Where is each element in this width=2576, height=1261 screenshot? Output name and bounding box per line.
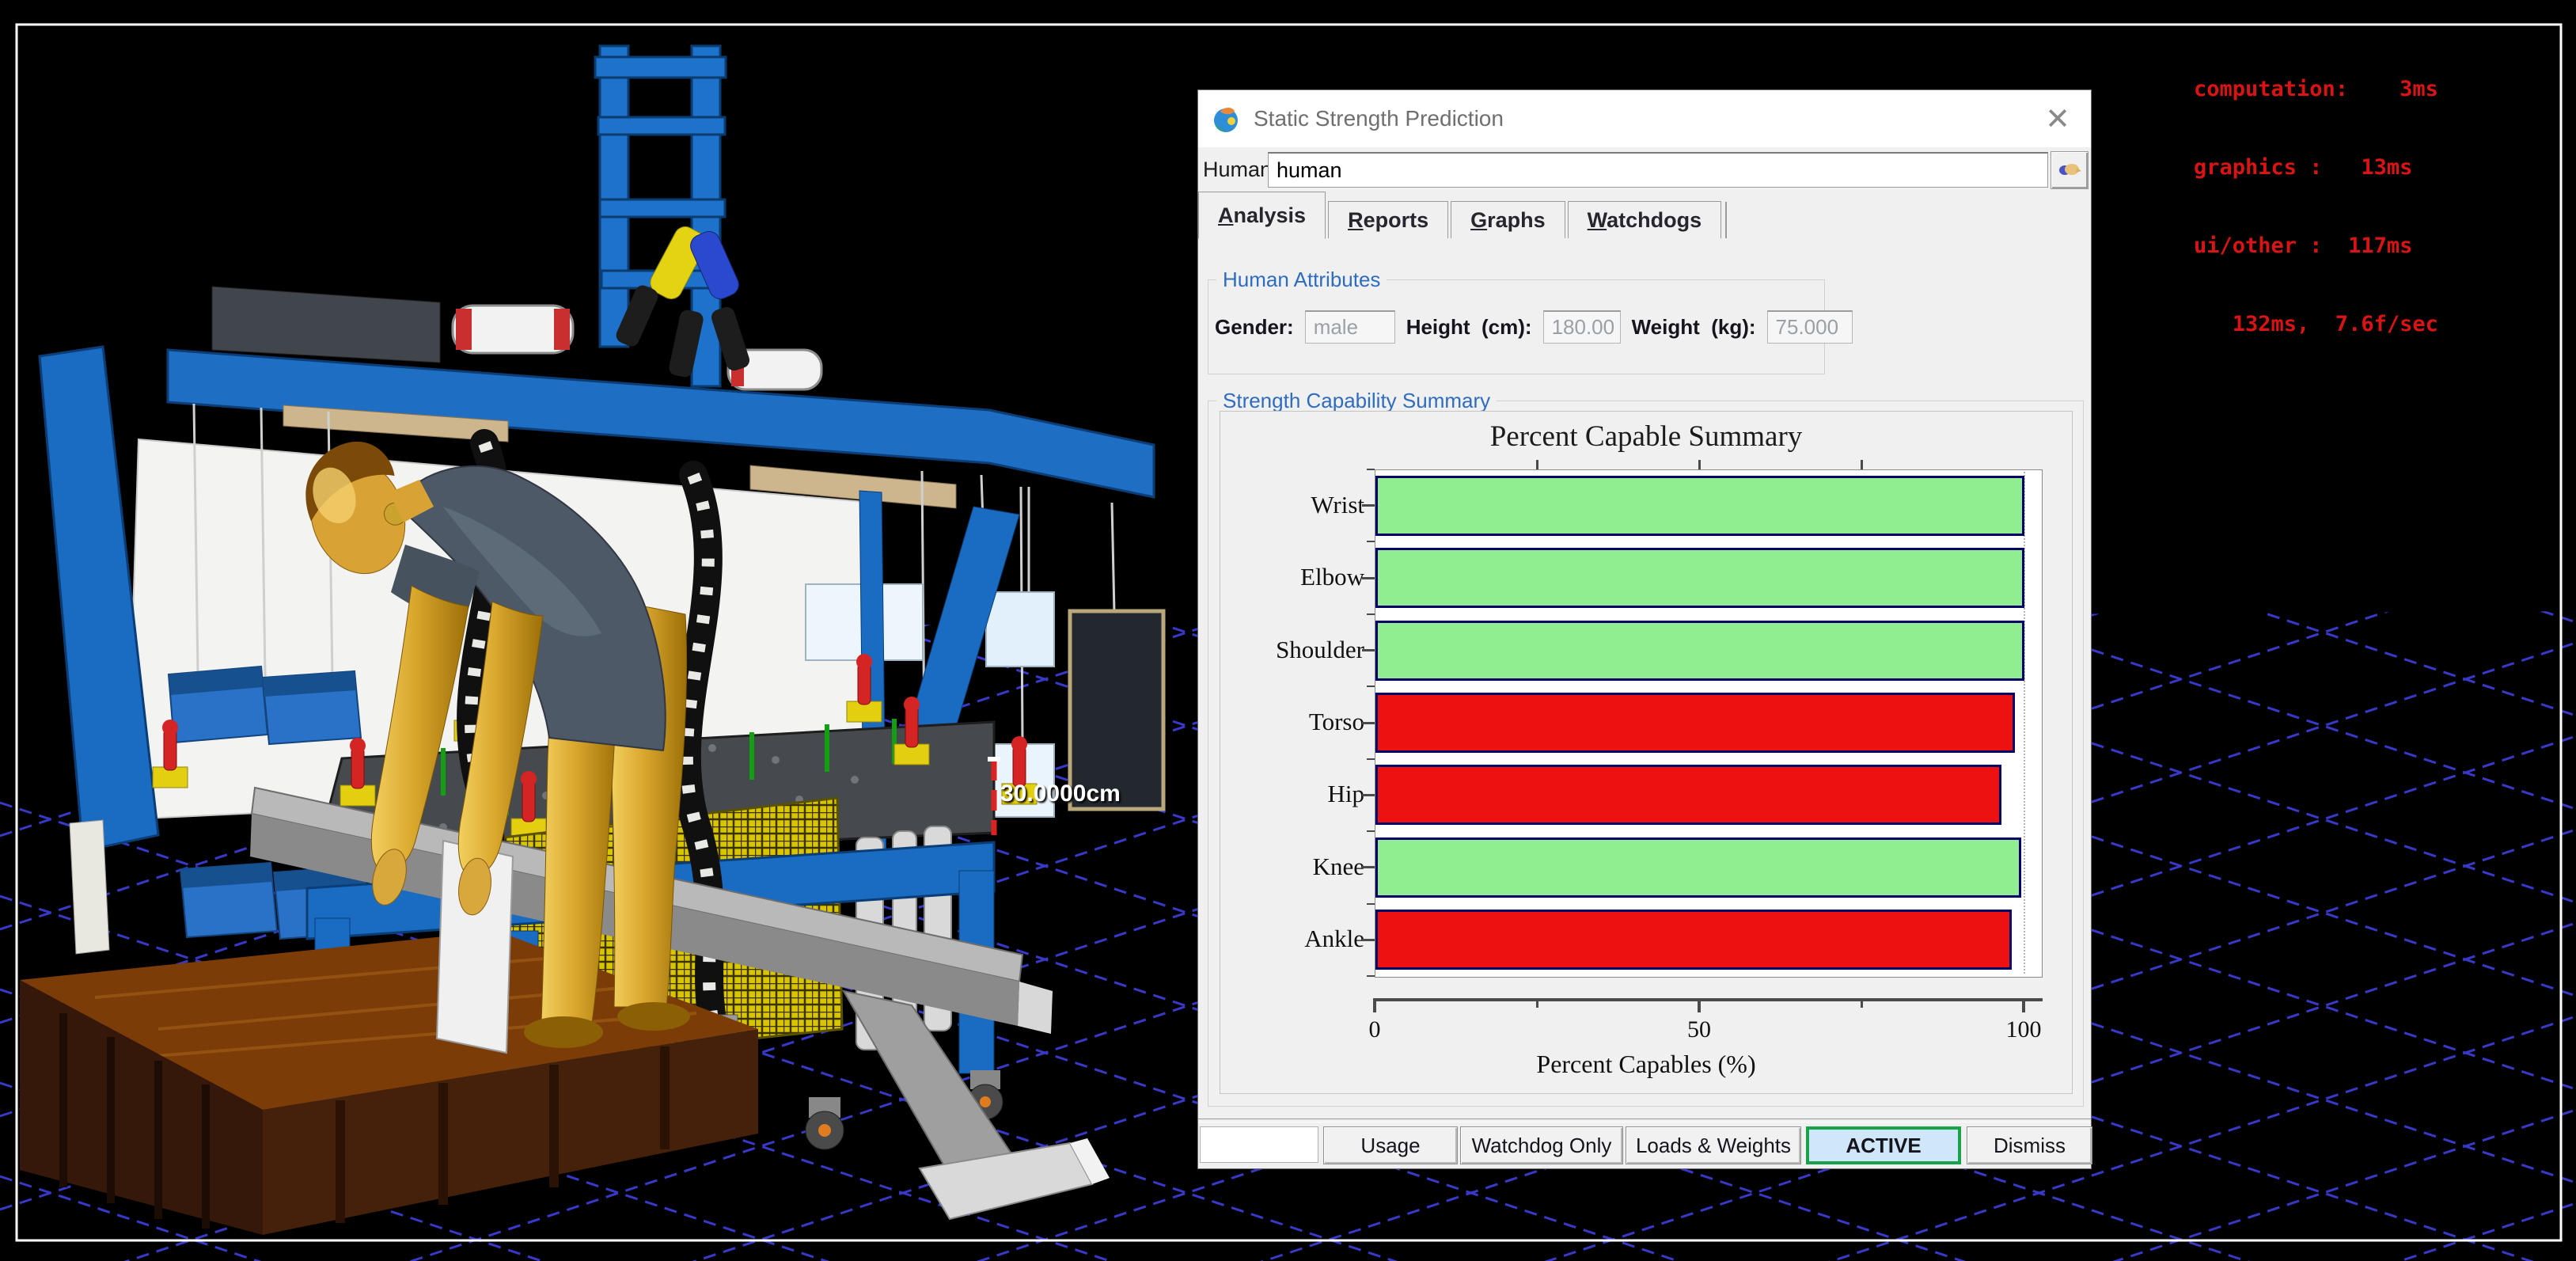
ytick-wrist	[1362, 504, 1375, 507]
gridline-100	[2024, 472, 2025, 974]
ylabel-torso: Torso	[1228, 708, 1364, 736]
tab-analysis-label: Analysis	[1218, 203, 1306, 228]
human-name-input[interactable]	[1268, 152, 2048, 188]
human-picker-button[interactable]	[2051, 151, 2088, 189]
bar-shoulder	[1375, 621, 2024, 681]
ytick-minor	[1367, 830, 1375, 832]
weight-label: Weight (kg):	[1632, 315, 1756, 340]
analysis-tab-content: Human Attributes Gender: male Height (cm…	[1198, 238, 2091, 1117]
bar-torso	[1375, 693, 2015, 753]
3d-viewport[interactable]: computation: 3ms graphics : 13ms ui/othe…	[0, 0, 2576, 1261]
top-tick	[1861, 460, 1863, 469]
ytick-minor	[1367, 903, 1375, 905]
xtick-label-50: 50	[1667, 1016, 1731, 1043]
ylabel-hip: Hip	[1228, 780, 1364, 808]
xtick-minor-75	[1861, 998, 1863, 1008]
perf-line: graphics : 13ms	[2194, 154, 2438, 180]
dark-board	[1070, 611, 1163, 809]
dialog-title: Static Strength Prediction	[1254, 106, 1504, 131]
tab-reports-label: Reports	[1348, 208, 1428, 233]
human-picker-icon	[2058, 162, 2081, 178]
chart-panel: Percent Capable Summary Percent Capables…	[1220, 411, 2073, 1094]
tab-watchdogs-label: Watchdogs	[1588, 208, 1702, 233]
ylabel-wrist: Wrist	[1228, 491, 1364, 519]
height-value: 180.00	[1543, 310, 1621, 344]
ytick-torso	[1362, 722, 1375, 724]
human-label: Human:	[1198, 158, 1268, 182]
ytick-ankle	[1362, 939, 1375, 941]
bar-knee	[1375, 838, 2021, 898]
bottom-separator	[1198, 1119, 2091, 1122]
bar-hip	[1375, 765, 2001, 825]
app-icon	[1211, 104, 1241, 134]
tab-reports[interactable]: Reports	[1328, 201, 1448, 238]
xtick-50	[1698, 998, 1701, 1012]
xtick-100	[2022, 998, 2025, 1012]
tab-end-separator	[1725, 202, 1727, 238]
ytick-minor	[1367, 686, 1375, 687]
performance-stats: computation: 3ms graphics : 13ms ui/othe…	[2194, 24, 2438, 389]
height-label: Height (cm):	[1406, 315, 1532, 340]
bar-ankle	[1375, 910, 2012, 970]
ytick-minor	[1367, 613, 1375, 615]
loads-weights-button[interactable]: Loads & Weights	[1626, 1126, 1801, 1164]
tab-graphs-label: Graphs	[1470, 208, 1546, 233]
tab-graphs[interactable]: Graphs	[1451, 201, 1565, 238]
tab-analysis[interactable]: Analysis	[1198, 192, 1326, 239]
xtick-label-0: 0	[1343, 1016, 1406, 1043]
ytick-elbow	[1362, 577, 1375, 579]
chart-title: Percent Capable Summary	[1220, 420, 2072, 454]
tab-bar: Analysis Reports Graphs Watchdogs	[1198, 192, 2091, 239]
active-button[interactable]: ACTIVE	[1806, 1126, 1961, 1164]
weight-value: 75.000	[1767, 310, 1853, 344]
usage-button[interactable]: Usage	[1323, 1126, 1458, 1164]
perf-line: computation: 3ms	[2194, 76, 2438, 102]
ytick-knee	[1362, 866, 1375, 868]
ytick-minor	[1367, 758, 1375, 760]
status-field	[1200, 1126, 1318, 1163]
ylabel-elbow: Elbow	[1228, 563, 1364, 591]
human-row: Human:	[1198, 147, 2091, 192]
xtick-minor-25	[1536, 998, 1538, 1008]
x-axis-line	[1373, 998, 2043, 1001]
watchdog-only-button[interactable]: Watchdog Only	[1460, 1126, 1623, 1164]
perf-line: 132ms, 7.6f/sec	[2194, 311, 2438, 337]
bar-elbow	[1375, 548, 2024, 608]
tab-watchdogs[interactable]: Watchdogs	[1568, 201, 1722, 238]
xtick-label-100: 100	[1992, 1016, 2055, 1043]
strength-capability-summary-group: Strength Capability Summary Percent Capa…	[1208, 401, 2084, 1107]
ytick-minor	[1367, 469, 1375, 470]
ytick-shoulder	[1362, 649, 1375, 651]
ylabel-shoulder: Shoulder	[1228, 636, 1364, 664]
ytick-minor	[1367, 975, 1375, 977]
ytick-minor	[1367, 541, 1375, 542]
dialog-titlebar[interactable]: Static Strength Prediction ✕	[1198, 90, 2091, 148]
x-axis-label: Percent Capables (%)	[1220, 1050, 2072, 1079]
gender-value: male	[1305, 310, 1395, 344]
human-attributes-legend: Human Attributes	[1216, 268, 1387, 292]
close-button[interactable]: ✕	[2035, 90, 2080, 147]
dismiss-button[interactable]: Dismiss	[1967, 1126, 2092, 1164]
human-attributes-group: Human Attributes Gender: male Height (cm…	[1208, 279, 1825, 374]
top-tick	[1698, 460, 1701, 469]
gender-label: Gender:	[1215, 315, 1294, 340]
top-tick	[1536, 460, 1538, 469]
ylabel-knee: Knee	[1228, 853, 1364, 881]
ytick-hip	[1362, 794, 1375, 796]
static-strength-prediction-dialog: Static Strength Prediction ✕ Human: Anal…	[1197, 89, 2092, 1169]
distance-measurement-label: 30.0000cm	[1000, 781, 1121, 807]
bar-wrist	[1375, 476, 2024, 536]
strength-capability-summary-legend: Strength Capability Summary	[1216, 389, 1497, 413]
perf-line: ui/other : 117ms	[2194, 233, 2438, 259]
ylabel-ankle: Ankle	[1228, 925, 1364, 953]
xtick-0	[1373, 998, 1376, 1012]
